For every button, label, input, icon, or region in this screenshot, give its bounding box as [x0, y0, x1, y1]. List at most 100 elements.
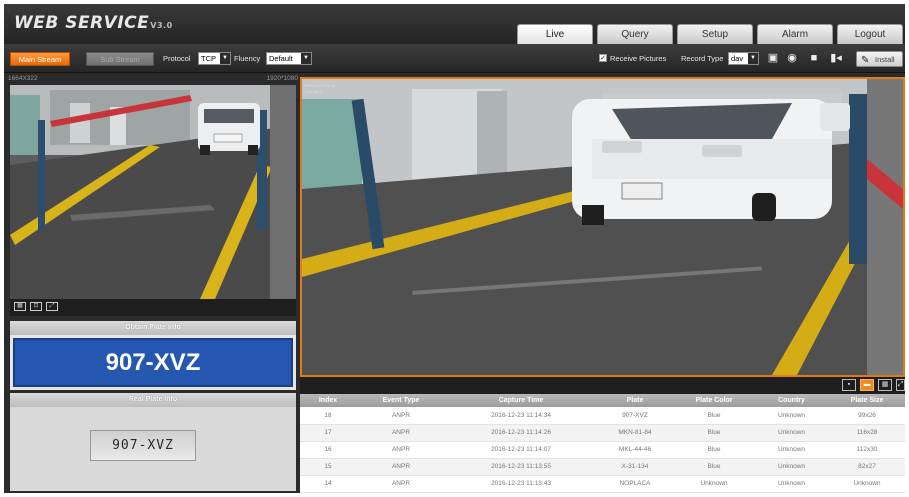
cell-capture-time: 2016-12-23 11:14:07: [446, 441, 596, 459]
table-row[interactable]: 16 ANPR 2016-12-23 11:14:07 MKL-44-46 Bl…: [300, 441, 905, 459]
column-header[interactable]: Country: [754, 394, 829, 407]
snapshot-icon[interactable]: ▣: [765, 52, 781, 65]
column-header[interactable]: Plate Size: [829, 394, 905, 407]
cell-plate-size: Unknown: [829, 475, 905, 493]
video-icon[interactable]: ▮◂: [828, 52, 844, 65]
brand-logo: WEB SERVICEV3.0: [14, 13, 173, 33]
cell-plate-color: Blue: [674, 407, 754, 425]
layout-single-icon[interactable]: ▪: [842, 379, 856, 391]
obtain-plate-panel: 907-XVZ: [10, 335, 296, 390]
toolbar: Main Stream Sub Stream Protocol TCP ▼ Flu…: [4, 44, 905, 73]
cell-plate-color: Blue: [674, 441, 754, 459]
column-header[interactable]: Plate: [596, 394, 674, 407]
left-camera-toolbar: ▦ ⊡ ⤢: [10, 299, 296, 316]
cell-index: 14: [300, 475, 356, 493]
tab-alarm[interactable]: Alarm: [757, 24, 833, 44]
tab-setup[interactable]: Setup: [677, 24, 753, 44]
chevron-down-icon: ▼: [220, 53, 230, 64]
record-type-label: Record Type: [681, 54, 724, 63]
left-camera-view[interactable]: [10, 85, 296, 299]
cell-country: Unknown: [754, 475, 829, 493]
cell-capture-time: 2016-12-23 11:14:26: [446, 424, 596, 442]
chevron-down-icon: ▼: [301, 53, 311, 64]
chevron-down-icon: ▼: [748, 53, 758, 64]
left-cam-resolution: 1664X322: [8, 75, 38, 82]
cell-plate: X-31-134: [596, 458, 674, 476]
cell-country: Unknown: [754, 441, 829, 459]
left-cam-info: 1664X322 1920*1080: [8, 75, 298, 85]
table-row[interactable]: 15 ANPR 2016-12-23 11:13:55 X-31-134 Blu…: [300, 458, 905, 476]
obtain-plate-title: Obtain Plate Info: [10, 321, 296, 335]
install-label: Install: [875, 55, 895, 64]
zoom-icon[interactable]: ⊡: [30, 302, 42, 311]
column-header[interactable]: Capture Time: [446, 394, 596, 407]
main-camera-view[interactable]: 2016-12-23 11:14 Channel 1: [300, 77, 905, 377]
cell-plate: MKN-81-84: [596, 424, 674, 442]
cell-event-type: ANPR: [356, 458, 446, 476]
layout-grid-icon[interactable]: ▦: [878, 379, 892, 391]
cell-country: Unknown: [754, 458, 829, 476]
receive-pictures-checkbox[interactable]: ✓: [599, 54, 607, 62]
install-button[interactable]: ✎ Install: [856, 51, 903, 67]
column-header[interactable]: Index: [300, 394, 356, 407]
table-row[interactable]: 14 ANPR 2016-12-23 11:13:43 NOPLACA Unkn…: [300, 475, 905, 493]
cell-event-type: ANPR: [356, 407, 446, 425]
cell-index: 15: [300, 458, 356, 476]
cell-capture-time: 2016-12-23 11:14:34: [446, 407, 596, 425]
cell-plate: NOPLACA: [596, 475, 674, 493]
cell-event-type: ANPR: [356, 424, 446, 442]
cell-capture-time: 2016-12-23 11:13:43: [446, 475, 596, 493]
cell-plate-size: 99x26: [829, 407, 905, 425]
table-header: Index Event Type Capture Time Plate Plat…: [300, 394, 905, 407]
tab-logout[interactable]: Logout: [837, 24, 903, 44]
table-row[interactable]: 18 ANPR 2016-12-23 11:14:34 907-XVZ Blue…: [300, 407, 905, 425]
main-cam-overlay-1: 2016-12-23 11:14: [304, 83, 336, 88]
table-row[interactable]: 17 ANPR 2016-12-23 11:14:26 MKN-81-84 Bl…: [300, 424, 905, 442]
cell-event-type: ANPR: [356, 441, 446, 459]
full-view-icon[interactable]: ▦: [14, 302, 26, 311]
cell-plate: MKL-44-46: [596, 441, 674, 459]
receive-pictures-label: Receive Pictures: [610, 54, 667, 63]
layout-default-icon[interactable]: ▬: [860, 379, 874, 391]
cell-plate-color: Blue: [674, 424, 754, 442]
record-type-select[interactable]: dav ▼: [728, 52, 759, 65]
main-camera-scene: 2016-12-23 11:14 Channel 1: [302, 79, 903, 375]
cell-plate: 907-XVZ: [596, 407, 674, 425]
real-plate-panel: 907-XVZ: [10, 407, 296, 491]
obtained-plate-number: 907-XVZ: [13, 338, 293, 387]
tab-live[interactable]: Live: [517, 24, 593, 44]
fullscreen-icon[interactable]: ⤢: [896, 379, 905, 391]
cell-capture-time: 2016-12-23 11:13:55: [446, 458, 596, 476]
cell-country: Unknown: [754, 424, 829, 442]
cell-plate-color: Unknown: [674, 475, 754, 493]
cell-event-type: ANPR: [356, 475, 446, 493]
fluency-select[interactable]: Default ▼: [266, 52, 312, 65]
main-stream-button[interactable]: Main Stream: [10, 52, 70, 66]
tab-query[interactable]: Query: [597, 24, 673, 44]
fluency-value: Default: [269, 54, 293, 63]
cell-index: 17: [300, 424, 356, 442]
sub-stream-button[interactable]: Sub Stream: [86, 52, 154, 66]
wrench-icon: ✎: [861, 55, 870, 66]
cell-plate-size: 116x28: [829, 424, 905, 442]
fullscreen-icon[interactable]: ⤢: [46, 302, 58, 311]
real-plate-title: Real Plate Info: [10, 393, 296, 407]
cell-index: 16: [300, 441, 356, 459]
cell-plate-size: 82x27: [829, 458, 905, 476]
column-header[interactable]: Event Type: [356, 394, 446, 407]
fluency-label: Fluency: [234, 54, 261, 63]
protocol-value: TCP: [201, 54, 216, 63]
main-camera-toolbar: ▪ ▬ ▦ ⤢: [300, 377, 905, 394]
camera-icon[interactable]: ■: [806, 52, 822, 65]
left-camera-scene: [10, 85, 296, 299]
capture-records-table: Index Event Type Capture Time Plate Plat…: [300, 394, 905, 493]
record-icon[interactable]: ◉: [784, 52, 800, 65]
header-bar: WEB SERVICEV3.0 Live Query Setup Alarm L…: [4, 4, 905, 44]
column-header[interactable]: Plate Color: [674, 394, 754, 407]
cell-index: 18: [300, 407, 356, 425]
cell-country: Unknown: [754, 407, 829, 425]
brand-name: WEB SERVICE: [14, 13, 150, 33]
app-window: WEB SERVICEV3.0 Live Query Setup Alarm L…: [4, 4, 905, 493]
protocol-select[interactable]: TCP ▼: [198, 52, 231, 65]
brand-version: V3.0: [150, 21, 173, 30]
